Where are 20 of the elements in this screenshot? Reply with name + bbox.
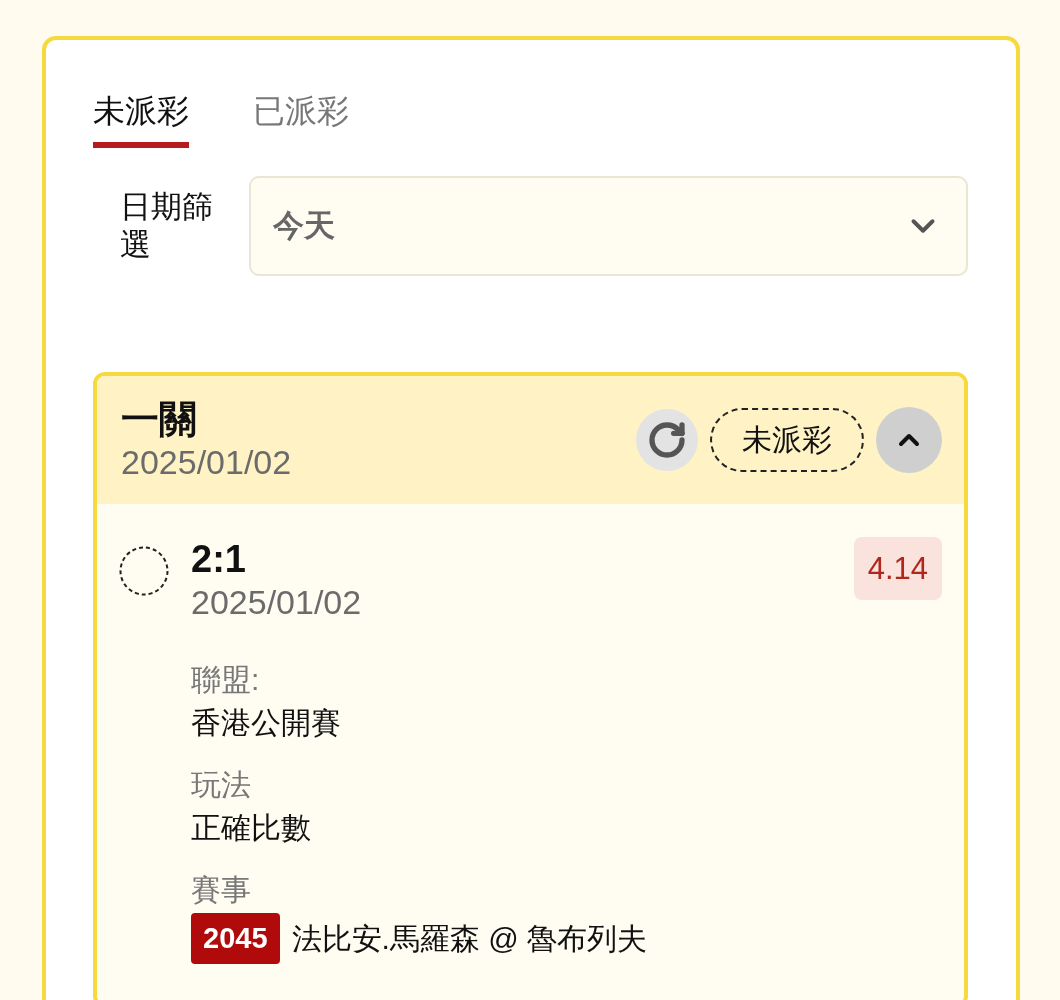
- dashed-circle-icon: [119, 546, 169, 596]
- date-filter-label: 日期篩選: [120, 188, 214, 264]
- selection-date: 2025/01/02: [191, 582, 363, 623]
- odds-badge: 4.14: [853, 537, 942, 600]
- bet-type-title: 一關: [121, 397, 198, 441]
- score: 2:1: [191, 537, 247, 581]
- match-name: 法比安.馬羅森 @ 魯布列夫: [291, 921, 647, 957]
- match-number-badge: 2045: [191, 913, 280, 964]
- bet-date: 2025/01/02: [121, 442, 292, 483]
- status-badge: 未派彩: [710, 408, 864, 472]
- tab[interactable]: 未派彩: [93, 90, 189, 148]
- field-label: 賽事: [191, 872, 252, 908]
- tab[interactable]: 已派彩: [253, 90, 349, 148]
- date-filter-select[interactable]: 今天: [249, 176, 968, 276]
- field-label: 聯盟:: [191, 662, 261, 698]
- field-label: 玩法: [191, 767, 252, 803]
- field-value: 香港公開賽: [191, 705, 342, 741]
- refresh-icon: [647, 420, 687, 460]
- select-value: 今天: [273, 207, 335, 245]
- field-value: 正確比數: [191, 810, 312, 846]
